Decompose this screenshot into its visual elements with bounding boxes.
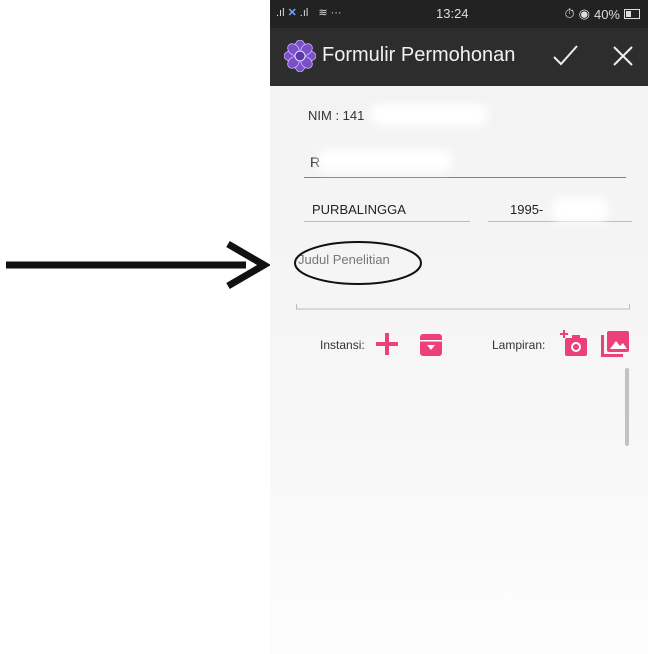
page-title: Formulir Permohonan — [322, 44, 516, 66]
nim-label: NIM : 141 — [308, 108, 365, 123]
lampiran-label: Lampiran: — [492, 338, 546, 352]
flower-icon — [284, 40, 316, 72]
add-instansi-button[interactable] — [376, 333, 398, 355]
attachment-row: Instansi: Lampiran: — [270, 330, 648, 360]
add-photo-camera-button[interactable] — [560, 330, 590, 358]
close-button[interactable] — [610, 43, 636, 69]
birthplace-underline — [304, 221, 470, 222]
status-icons-right: ⏱ ◉ 40% — [564, 6, 640, 22]
redaction-nim — [370, 104, 488, 126]
status-time: 13:24 — [436, 6, 469, 21]
research-title-underline — [296, 304, 630, 310]
phone-screen: .ıl ✕ .ıl ≋ ··· 13:24 ⏱ ◉ 40% Formulir P… — [270, 0, 648, 654]
redaction-date — [552, 198, 608, 222]
network-icon: ✕ — [287, 7, 297, 19]
birthdate-value: 1995- — [510, 202, 544, 217]
app-bar: Formulir Permohonan — [270, 28, 648, 86]
battery-percent: 40% — [593, 6, 620, 22]
annotation-ellipse — [294, 241, 422, 285]
instansi-label: Instansi: — [320, 338, 365, 352]
birthplace-value: PURBALINGGA — [312, 202, 406, 217]
battery-icon — [624, 9, 640, 19]
wifi-icon: ≋ — [318, 7, 328, 19]
alarm-icon: ⏱ — [564, 6, 575, 21]
signal-icon-2: .ıl — [299, 6, 309, 19]
birthplace-field[interactable]: PURBALINGGA — [304, 198, 470, 222]
select-instansi-button[interactable] — [418, 332, 444, 358]
status-bar: .ıl ✕ .ıl ≋ ··· 13:24 ⏱ ◉ 40% — [270, 0, 648, 28]
name-underline — [304, 177, 626, 178]
gallery-button[interactable] — [600, 330, 630, 358]
redaction-name — [318, 150, 452, 172]
confirm-button[interactable] — [550, 41, 580, 71]
status-icons-left: .ıl ✕ .ıl ≋ ··· — [276, 6, 342, 20]
eye-icon: ◉ — [578, 6, 590, 21]
signal-icon: .ıl — [276, 6, 285, 19]
more-icon: ··· — [330, 6, 342, 19]
scrollbar[interactable] — [625, 368, 629, 446]
annotation-arrow — [6, 240, 271, 290]
